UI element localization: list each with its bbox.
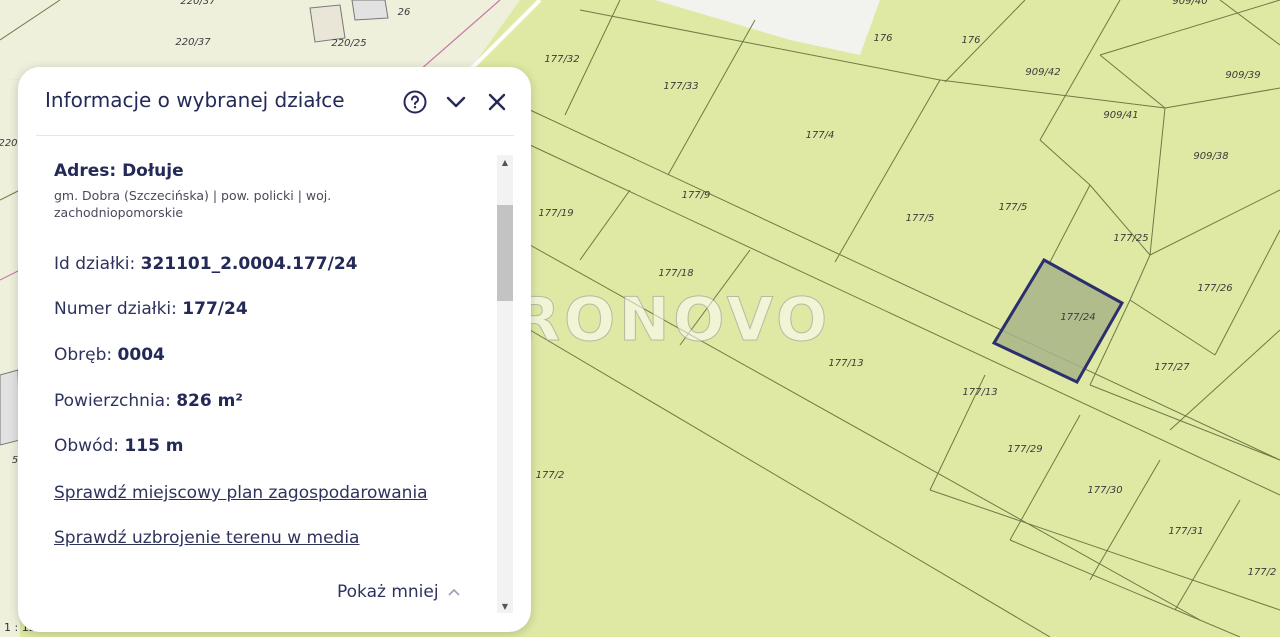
plot-label: 177/2 <box>536 470 565 481</box>
panel-title: Informacje o wybranej działce <box>45 88 345 112</box>
building <box>309 4 346 43</box>
plot-label: 177/33 <box>663 81 698 92</box>
field-label: Powierzchnia: <box>54 391 171 411</box>
plot-label: 177/24 <box>1060 312 1095 323</box>
plot-label: 177/31 <box>1168 526 1203 537</box>
plot-label: 220/25 <box>331 38 366 49</box>
field-label: Obwód: <box>54 436 119 456</box>
plot-label: 909/40 <box>1172 0 1207 7</box>
zoning-plan-link[interactable]: Sprawdź miejscowy plan zagospodarowania <box>54 483 428 503</box>
plot-label: 177/2 <box>1248 567 1277 578</box>
plot-info-panel: Informacje o wybranej działce Adres: Doł… <box>18 67 531 632</box>
help-circle-icon[interactable] <box>402 89 428 115</box>
field-area: Powierzchnia: 826 m² <box>54 391 243 411</box>
address-subtitle: gm. Dobra (Szczecińska) | pow. policki |… <box>54 188 332 220</box>
field-precinct: Obręb: 0004 <box>54 345 165 365</box>
field-plot-id: Id działki: 321101_2.0004.177/24 <box>54 254 358 274</box>
plot-label: 177/26 <box>1197 283 1232 294</box>
field-perimeter: Obwód: 115 m <box>54 436 184 456</box>
scroll-up-arrow-icon[interactable]: ▲ <box>497 155 513 169</box>
plot-label: 177/4 <box>806 130 835 141</box>
field-value: 115 m <box>124 436 184 456</box>
panel-scrollbar[interactable]: ▲ ▼ <box>497 155 513 613</box>
address-title: Adres: Dołuje <box>54 161 184 181</box>
plot-label: 176 <box>961 35 980 46</box>
show-less-button[interactable]: Pokaż mniej <box>337 582 461 602</box>
utilities-link[interactable]: Sprawdź uzbrojenie terenu w media <box>54 528 359 548</box>
plot-label: 177/18 <box>658 268 693 279</box>
plot-label: 177/13 <box>962 387 997 398</box>
field-value: 177/24 <box>182 299 248 319</box>
show-less-label: Pokaż mniej <box>337 582 439 602</box>
header-divider <box>36 135 514 136</box>
field-label: Numer działki: <box>54 299 177 319</box>
plot-label: 220 <box>0 138 18 149</box>
field-label: Obręb: <box>54 345 113 365</box>
field-plot-number: Numer działki: 177/24 <box>54 299 248 319</box>
plot-label: 909/38 <box>1193 151 1228 162</box>
building <box>351 0 389 21</box>
plot-label: 177/27 <box>1154 362 1190 373</box>
plot-label: 177/5 <box>999 202 1028 213</box>
plot-label: 909/42 <box>1025 67 1060 78</box>
panel-header: Informacje o wybranej działce <box>18 67 531 135</box>
field-value: 321101_2.0004.177/24 <box>140 254 358 274</box>
close-icon[interactable] <box>484 89 510 115</box>
plot-label: 177/19 <box>538 208 573 219</box>
plot-label: 176 <box>873 33 892 44</box>
plot-label: 177/30 <box>1087 485 1122 496</box>
plot-label: 177/32 <box>544 54 579 65</box>
scroll-thumb[interactable] <box>497 205 513 301</box>
plot-label: 220/37 <box>175 37 211 48</box>
plot-label: 177/13 <box>828 358 863 369</box>
plot-label: 26 <box>398 7 411 18</box>
plot-label: 220/37 <box>180 0 216 7</box>
chevron-up-icon <box>448 588 460 596</box>
scroll-down-arrow-icon[interactable]: ▼ <box>497 599 513 613</box>
plot-label: 909/41 <box>1103 110 1138 121</box>
plot-label: 177/25 <box>1113 233 1148 244</box>
plot-label: 177/5 <box>906 213 935 224</box>
field-value: 826 m² <box>176 391 243 411</box>
field-label: Id działki: <box>54 254 136 274</box>
plot-label: 909/39 <box>1225 70 1260 81</box>
plot-label: 177/29 <box>1007 444 1042 455</box>
field-value: 0004 <box>117 345 165 365</box>
chevron-down-icon[interactable] <box>443 89 469 115</box>
plot-label: 177/9 <box>682 190 711 201</box>
